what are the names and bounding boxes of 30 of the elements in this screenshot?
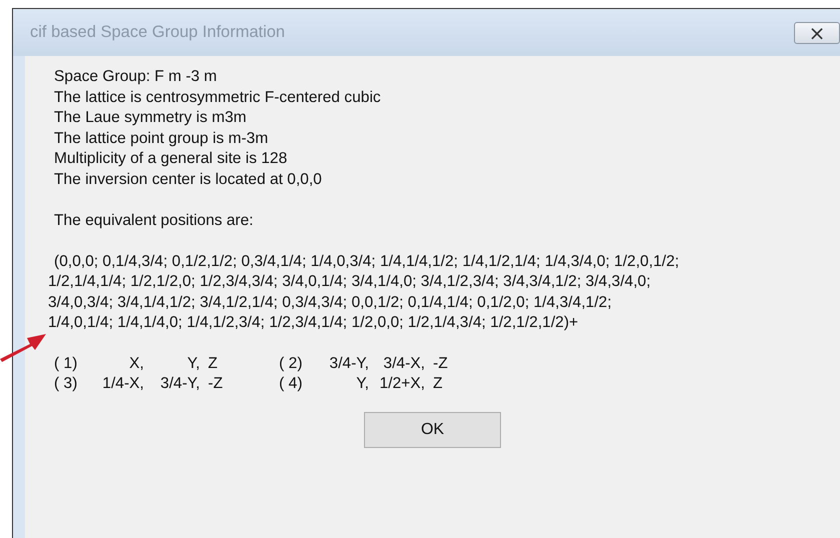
operator-index: ( 1) [54, 354, 78, 374]
info-text: Multiplicity of a general site is 128 [54, 149, 288, 169]
operator-z: -Z [432, 354, 449, 374]
operator-index: ( 4) [279, 374, 304, 394]
positions-text: 3/4,0,3/4; 3/4,1/4,1/2; 3/4,1/2,1/4; 0,3/4,3/4; 0,0,1/2; 0,1/4,1/4; 0,1/2,0; 1/4,3/4,1/2; [48, 292, 613, 312]
operator-x: 1/4-X, [101, 374, 144, 394]
positions-text: (0,0,0; 0,1/4,3/4; 0,1/2,1/2; 0,3/4,1/4; 1/4,0,3/4; 1/4,1/4,1/2; 1/4,1/2,1/4; 1/4,3/4,0; 1/2,0,1/2; [54, 252, 680, 272]
operator-index: ( 2) [279, 354, 304, 374]
info-text: The lattice point group is m-3m [54, 128, 270, 148]
operator-y: 1/2+X, [378, 374, 425, 394]
positions-heading: The equivalent positions are: [54, 210, 254, 230]
operator-z: Z [432, 374, 444, 394]
operator-x: X, [128, 354, 144, 374]
info-text: The Laue symmetry is m3m [54, 108, 248, 128]
operator-x: Y, [355, 374, 369, 394]
operator-z: Z [207, 354, 219, 374]
close-button[interactable]: × [794, 22, 840, 44]
positions-text: 1/2,1/4,1/4; 1/2,1/2,0; 1/2,3/4,3/4; 3/4,0,1/4; 3/4,1/4,0; 3/4,1/2,3/4; 3/4,3/4,1/2; 3/4,3/4,0; [48, 272, 652, 292]
operator-y: 3/4-Y, [159, 374, 200, 394]
ok-button[interactable]: OK [364, 412, 501, 448]
info-text: The lattice is centrosymmetric F-centered cubic [54, 88, 382, 108]
operator-z: -Z [207, 374, 224, 394]
info-text: Space Group: F m -3 m [54, 67, 218, 87]
window-title: cif based Space Group Information [30, 23, 285, 42]
positions-text: 1/4,0,1/4; 1/4,1/4,0; 1/4,1/2,3/4; 1/2,3/4,1/4; 1/2,0,0; 1/2,1/4,3/4; 1/2,1/2,1/2)+ [48, 313, 580, 333]
operator-index: ( 3) [54, 374, 78, 394]
operator-y: Y, [186, 354, 200, 374]
info-text: The inversion center is located at 0,0,0 [54, 170, 323, 190]
operator-y: 3/4-X, [382, 354, 425, 374]
operator-x: 3/4-Y, [328, 354, 369, 374]
